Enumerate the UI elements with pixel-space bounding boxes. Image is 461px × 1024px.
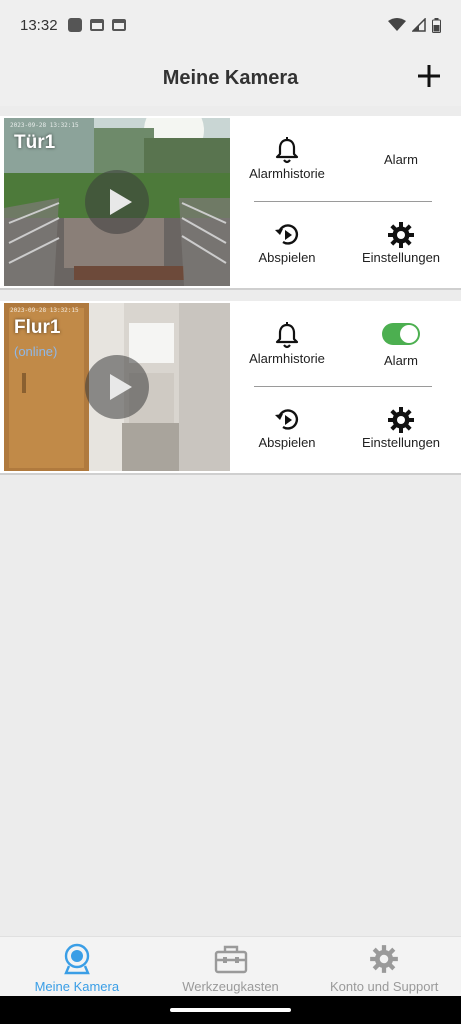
nav-label: Konto und Support [329,979,439,994]
bell-icon [275,322,299,349]
settings-button[interactable]: Einstellungen [346,220,456,265]
nav-werkzeugkasten[interactable]: Werkzeugkasten [154,937,308,996]
replay-icon [275,409,299,430]
playback-button[interactable]: Abspielen [232,220,342,265]
nav-konto-und-support[interactable]: Konto und Support [307,937,461,996]
alarm-toggle[interactable] [382,323,420,345]
add-camera-button[interactable] [415,62,443,90]
camera-card: 2023-09-28 13:32:15 Flur1 (online) Alarm… [0,301,461,475]
alarm-label: Alarm [384,152,418,167]
status-time: 13:32 [20,16,58,34]
notification-icons [67,18,126,32]
alarm-label: Alarm [384,353,418,368]
settings-button[interactable]: Einstellungen [346,405,456,450]
system-gesture-bar [0,996,461,1024]
wifi-icon [388,18,406,31]
camera-timestamp: 2023-09-28 13:32:15 [10,122,79,129]
battery-icon [432,17,441,33]
system-icons [388,17,441,33]
playback-button[interactable]: Abspielen [232,405,342,450]
camera-preview[interactable]: 2023-09-28 13:32:15 Tür1 [4,118,230,286]
playback-label: Abspielen [258,435,316,450]
camera-card: 2023-09-28 13:32:15 Tür1 Alarmhistorie A… [0,116,461,290]
bell-icon [275,137,299,164]
bottom-navigation: Meine Kamera Werkzeugkasten Konto und Su… [0,936,461,996]
alarm-history-label: Alarmhistorie [249,351,325,366]
gear-icon [388,407,414,433]
nav-label: Werkzeugkasten [182,979,279,994]
home-gesture-handle[interactable] [170,1008,291,1012]
webcam-icon [64,943,90,975]
alarm-button[interactable]: Alarm [346,136,456,167]
page-title: Meine Kamera [162,66,299,89]
toolbox-icon [214,945,247,974]
settings-label: Einstellungen [361,435,441,450]
camera-status: (online) [14,344,58,359]
settings-label: Einstellungen [361,250,441,265]
camera-timestamp: 2023-09-28 13:32:15 [10,307,79,314]
playback-label: Abspielen [258,250,316,265]
alarm-history-button[interactable]: Alarmhistorie [232,136,342,181]
camera-actions: Alarmhistorie Alarm Abspielen Einstellun… [232,116,461,288]
app-notification-icon [67,18,82,32]
play-button[interactable] [85,170,149,234]
gear-icon [388,222,414,248]
camera-actions: Alarmhistorie Alarm Abspielen Einstellun… [232,301,461,473]
camera-preview[interactable]: 2023-09-28 13:32:15 Flur1 (online) [4,303,230,471]
nav-meine-kamera[interactable]: Meine Kamera [0,937,154,996]
signal-icon [412,18,426,32]
alarm-history-button[interactable]: Alarmhistorie [232,321,342,366]
alarm-history-label: Alarmhistorie [249,166,325,181]
camera-name: Flur1 [14,317,61,338]
play-button[interactable] [85,355,149,419]
gear-icon [370,945,399,973]
camera-name: Tür1 [14,132,56,153]
divider [254,386,432,387]
nav-label: Meine Kamera [34,979,120,994]
calendar-icon [111,19,126,31]
replay-icon [275,224,299,245]
calendar-icon [89,19,104,31]
divider [254,201,432,202]
app-header: Meine Kamera [0,50,461,106]
alarm-button[interactable]: Alarm [346,321,456,368]
status-bar: 13:32 [0,0,461,50]
